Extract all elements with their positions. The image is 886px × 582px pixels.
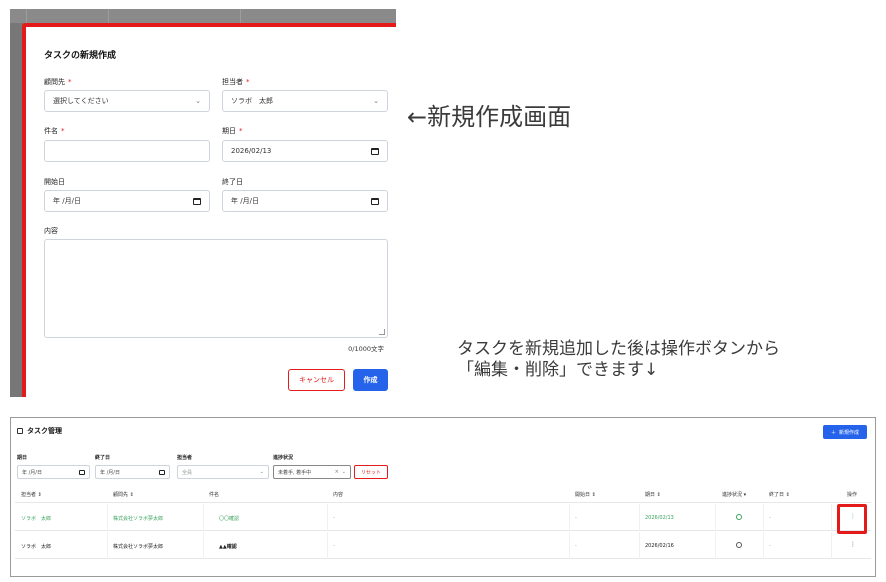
column-header[interactable]: 期日 ⇕ bbox=[645, 491, 661, 498]
annotation-note-line1: タスクを新規追加した後は操作ボタンから bbox=[457, 339, 780, 359]
calendar-icon[interactable] bbox=[193, 197, 201, 205]
annotation-note: タスクを新規追加した後は操作ボタンから 「編集・削除」できます↓ bbox=[457, 339, 780, 381]
filter-end-value: 年 /月/日 bbox=[100, 469, 120, 476]
create-button[interactable]: 作成 bbox=[353, 369, 388, 391]
column-header[interactable]: 担当者 ⇕ bbox=[21, 491, 42, 498]
filter-assignee-value: 全員 bbox=[182, 469, 193, 476]
content-label: 内容 bbox=[44, 227, 58, 235]
filter-status-select[interactable]: 未着手, 着手中 × ⌄ bbox=[273, 465, 351, 479]
filter-end-input[interactable]: 年 /月/日 bbox=[95, 465, 170, 479]
status-in-progress-icon[interactable] bbox=[736, 514, 742, 522]
filter-end-label: 終了日 bbox=[95, 455, 111, 461]
column-header: 件名 bbox=[209, 492, 220, 498]
cell-end: - bbox=[769, 515, 771, 521]
filter-status-label: 進捗状況 bbox=[273, 455, 294, 461]
task-list-header: タスク管理 bbox=[17, 426, 62, 436]
calendar-icon[interactable] bbox=[371, 147, 379, 155]
subject-label: 件名 * bbox=[44, 127, 65, 135]
column-header[interactable]: 進捗状況 ▾ bbox=[722, 491, 746, 498]
table-row[interactable]: ソラボ 太郎 株式会社ソラボ夢太郎 ▲▲確認 - - 2026/02/16 - … bbox=[15, 532, 871, 559]
column-header: 内容 bbox=[333, 492, 344, 498]
client-label: 顧問先 * bbox=[44, 78, 72, 86]
filter-assignee-label: 担当者 bbox=[177, 455, 193, 461]
column-header[interactable]: 終了日 ⇕ bbox=[769, 491, 790, 498]
actions-menu-icon[interactable]: ⋮ bbox=[850, 541, 856, 548]
calendar-icon[interactable] bbox=[79, 469, 85, 475]
filter-due-value: 年 /月/日 bbox=[22, 469, 42, 476]
filter-due-input[interactable]: 年 /月/日 bbox=[17, 465, 90, 479]
calendar-icon[interactable] bbox=[159, 469, 165, 475]
cell-subject[interactable]: ▲▲確認 bbox=[219, 543, 237, 550]
assignee-select[interactable]: ソラボ 太郎 ⌄ bbox=[222, 90, 388, 112]
cell-content: - bbox=[333, 543, 335, 549]
column-header[interactable]: 開始日 ⇕ bbox=[575, 491, 596, 498]
actions-highlight-box bbox=[837, 504, 867, 534]
cell-subject[interactable]: 〇〇確認 bbox=[219, 515, 239, 522]
new-task-button[interactable]: ＋ 新規作成 bbox=[823, 425, 867, 439]
table-header: 担当者 ⇕ 顧問先 ⇕ 件名 内容 開始日 ⇕ 期日 ⇕ 進捗状況 ▾ 終了日 … bbox=[15, 485, 871, 503]
start-date-value: 年 /月/日 bbox=[53, 197, 81, 205]
start-date-input[interactable]: 年 /月/日 bbox=[44, 190, 210, 212]
cancel-button[interactable]: キャンセル bbox=[288, 369, 345, 391]
filter-status-value: 未着手, 着手中 bbox=[278, 469, 312, 476]
assignee-value: ソラボ 太郎 bbox=[231, 97, 273, 105]
subject-input[interactable] bbox=[44, 140, 210, 162]
due-label: 期日 * bbox=[222, 127, 243, 135]
column-header[interactable]: 顧問先 ⇕ bbox=[113, 491, 134, 498]
background-toolbar-strip bbox=[10, 9, 396, 23]
new-task-screenshot: タスクの新規作成 顧問先 * 選択してください ⌄ 担当者 * ソラボ 太郎 ⌄ 件… bbox=[10, 9, 396, 397]
background-overlay bbox=[10, 23, 22, 397]
annotation-note-line2: 「編集・削除」できます↓ bbox=[457, 360, 659, 380]
plus-icon: ＋ bbox=[830, 429, 836, 436]
calendar-icon[interactable] bbox=[371, 197, 379, 205]
status-not-started-icon[interactable] bbox=[736, 542, 742, 550]
end-date-value: 年 /月/日 bbox=[231, 197, 259, 205]
start-label: 開始日 bbox=[44, 178, 65, 186]
end-label: 終了日 bbox=[222, 178, 243, 186]
content-textarea[interactable] bbox=[44, 239, 388, 338]
chevron-down-icon: ⌄ bbox=[373, 97, 379, 105]
chevron-down-icon: ⌄ bbox=[195, 97, 201, 105]
reset-button[interactable]: リセット bbox=[354, 465, 388, 479]
chevron-down-icon: ⌄ bbox=[341, 469, 346, 475]
cell-assignee: ソラボ 太郎 bbox=[21, 516, 52, 522]
resize-handle-icon[interactable] bbox=[379, 329, 385, 335]
due-date-input[interactable]: 2026/02/13 bbox=[222, 140, 388, 162]
cell-content: - bbox=[333, 515, 335, 521]
cell-due: 2026/02/13 bbox=[645, 515, 674, 521]
char-counter: 0/1000文字 bbox=[348, 345, 384, 353]
task-list-title: タスク管理 bbox=[27, 427, 62, 435]
assignee-label: 担当者 * bbox=[222, 78, 250, 86]
client-select[interactable]: 選択してください ⌄ bbox=[44, 90, 210, 112]
cell-client[interactable]: 株式会社ソラボ夢太郎 bbox=[113, 515, 163, 522]
cell-due: 2026/02/16 bbox=[645, 543, 674, 549]
new-task-modal: タスクの新規作成 顧問先 * 選択してください ⌄ 担当者 * ソラボ 太郎 ⌄ 件… bbox=[22, 23, 396, 397]
cell-start: - bbox=[575, 543, 577, 549]
edit-icon bbox=[17, 428, 23, 434]
cell-assignee: ソラボ 太郎 bbox=[21, 544, 52, 550]
client-placeholder: 選択してください bbox=[53, 97, 109, 105]
chevron-down-icon: ⌄ bbox=[259, 469, 264, 475]
filter-due-label: 期日 bbox=[17, 455, 28, 461]
task-list-screenshot: タスク管理 ＋ 新規作成 期日 年 /月/日 終了日 年 /月/日 担当者 全員… bbox=[10, 417, 876, 577]
filter-assignee-select[interactable]: 全員 ⌄ bbox=[177, 465, 269, 479]
end-date-input[interactable]: 年 /月/日 bbox=[222, 190, 388, 212]
cell-end: - bbox=[769, 543, 771, 549]
cell-start: - bbox=[575, 515, 577, 521]
column-header: 操作 bbox=[847, 492, 858, 498]
modal-title: タスクの新規作成 bbox=[44, 51, 117, 61]
table-row[interactable]: ソラボ 太郎 株式会社ソラボ夢太郎 〇〇確認 - - 2026/02/13 - … bbox=[15, 504, 871, 531]
new-task-button-label: 新規作成 bbox=[839, 429, 860, 436]
cell-client[interactable]: 株式会社ソラボ夢太郎 bbox=[113, 543, 163, 550]
clear-icon[interactable]: × bbox=[335, 469, 339, 475]
due-date-value: 2026/02/13 bbox=[231, 147, 272, 155]
annotation-new-screen: ←新規作成画面 bbox=[407, 103, 572, 131]
